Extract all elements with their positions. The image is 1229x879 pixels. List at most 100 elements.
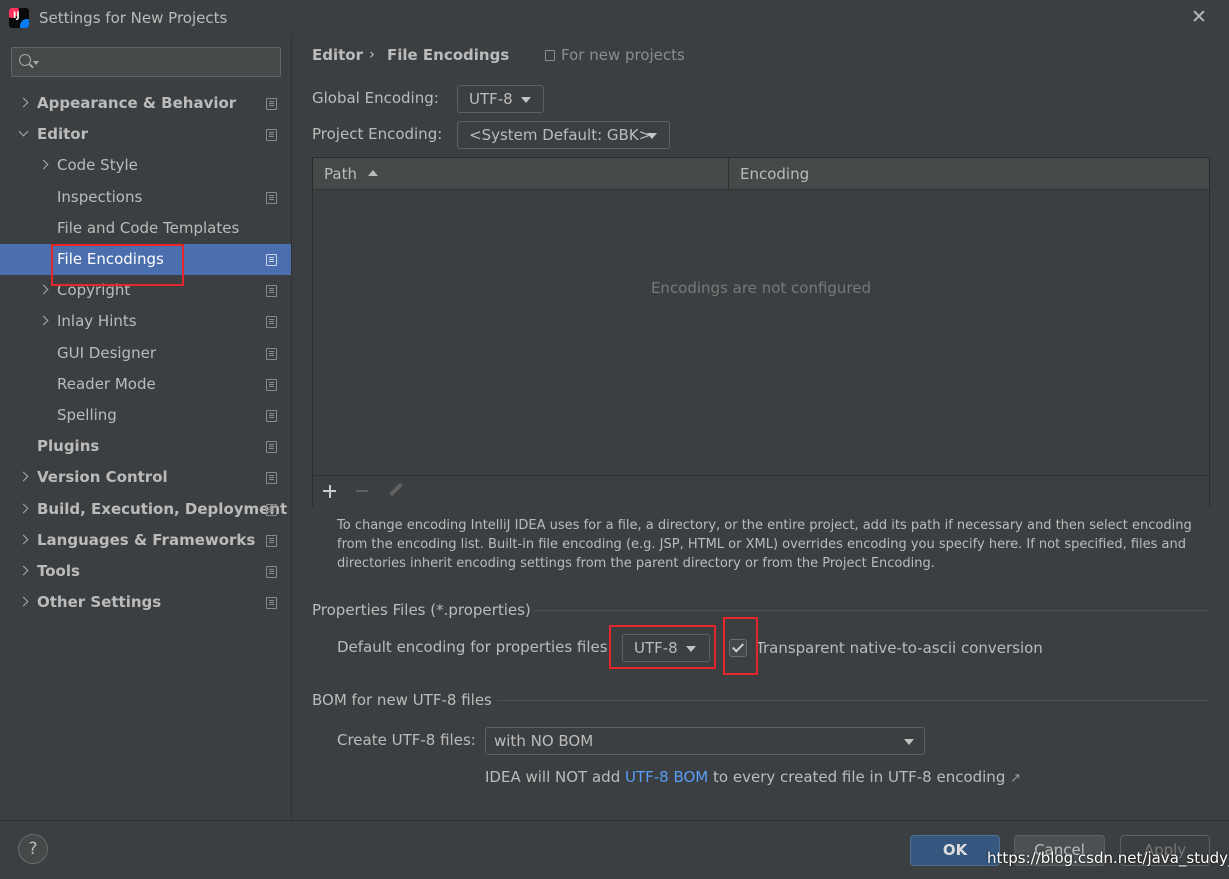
sidebar-item-plugins[interactable]: Plugins xyxy=(0,431,291,462)
sidebar-item-label: Other Settings xyxy=(37,593,162,612)
table-header: Path Encoding xyxy=(313,158,1209,190)
breadcrumb-current: File Encodings xyxy=(387,46,510,64)
column-header-encoding-label: Encoding xyxy=(740,165,810,183)
sidebar-item-file-and-code-templates[interactable]: File and Code Templates xyxy=(0,213,291,244)
properties-section-title: Properties Files (*.properties) xyxy=(312,601,531,619)
column-header-path-label: Path xyxy=(324,165,357,183)
chevron-right-icon[interactable] xyxy=(18,587,30,618)
transparent-conversion-checkbox[interactable] xyxy=(729,639,747,657)
column-header-encoding[interactable]: Encoding xyxy=(729,158,1209,189)
bom-note-prefix: IDEA will NOT add xyxy=(485,768,625,786)
chevron-right-icon[interactable] xyxy=(18,556,30,587)
chevron-right-icon[interactable] xyxy=(18,494,30,525)
chevron-right-icon[interactable] xyxy=(38,275,50,306)
sidebar-item-label: Inspections xyxy=(57,187,143,206)
sidebar-item-gui-designer[interactable]: GUI Designer xyxy=(0,338,291,369)
utf8-bom-link[interactable]: UTF-8 BOM xyxy=(625,768,708,786)
project-settings-icon xyxy=(266,254,277,266)
watermark-text: https://blog.csdn.net/java_study_ xyxy=(987,849,1229,867)
project-settings-icon xyxy=(266,472,277,485)
project-settings-icon xyxy=(266,347,277,360)
sidebar-item-label: Version Control xyxy=(37,468,168,487)
app-icon-text: IJ xyxy=(13,11,20,21)
remove-icon[interactable] xyxy=(350,479,376,503)
bom-create-select[interactable]: with NO BOM xyxy=(485,727,925,755)
chevron-down-icon[interactable] xyxy=(18,119,30,150)
column-header-path[interactable]: Path xyxy=(313,158,729,189)
encodings-table[interactable]: Path Encoding Encodings are not configur… xyxy=(312,157,1210,507)
breadcrumb-separator: › xyxy=(369,45,375,63)
sidebar-item-code-style[interactable]: Code Style xyxy=(0,150,291,181)
sidebar-item-label: Appearance & Behavior xyxy=(37,94,237,112)
sidebar-item-label: Languages & Frameworks xyxy=(37,530,256,549)
bom-create-label: Create UTF-8 files: xyxy=(337,731,476,749)
project-settings-icon xyxy=(266,316,277,329)
chevron-right-icon[interactable] xyxy=(18,462,30,493)
project-encoding-label: Project Encoding: xyxy=(312,125,443,143)
chevron-down-icon xyxy=(647,133,657,139)
chevron-down-icon xyxy=(686,646,696,652)
project-settings-icon xyxy=(266,597,277,610)
breadcrumb-editor[interactable]: Editor xyxy=(312,46,363,64)
sidebar-item-inlay-hints[interactable]: Inlay Hints xyxy=(0,306,291,337)
sidebar-item-reader-mode[interactable]: Reader Mode xyxy=(0,369,291,400)
chevron-down-icon xyxy=(904,739,914,745)
project-settings-icon xyxy=(266,534,277,547)
section-separator xyxy=(535,610,1208,611)
chevron-right-icon[interactable] xyxy=(18,525,30,556)
project-settings-icon xyxy=(266,98,277,110)
bom-note: IDEA will NOT add UTF-8 BOM to every cre… xyxy=(485,768,1021,786)
project-scope-icon xyxy=(545,50,555,61)
properties-default-label: Default encoding for properties files: xyxy=(337,638,613,656)
encoding-help-text: To change encoding IntelliJ IDEA uses fo… xyxy=(337,518,1192,571)
project-encoding-value: <System Default: GBK> xyxy=(469,126,652,144)
splitter[interactable] xyxy=(291,35,292,820)
sidebar-item-build-execution-deployment[interactable]: Build, Execution, Deployment xyxy=(0,494,291,525)
sidebar-item-other-settings[interactable]: Other Settings xyxy=(0,587,291,618)
settings-search-input[interactable] xyxy=(11,47,281,77)
chevron-right-icon[interactable] xyxy=(38,150,50,181)
edit-icon[interactable] xyxy=(383,479,409,503)
sidebar-item-label: GUI Designer xyxy=(57,343,156,362)
sidebar-item-appearance-behavior[interactable]: Appearance & Behavior xyxy=(0,88,291,119)
project-encoding-select[interactable]: <System Default: GBK> xyxy=(457,121,670,149)
sidebar-item-label: Inlay Hints xyxy=(57,312,137,331)
sidebar-item-label: File and Code Templates xyxy=(57,218,240,237)
external-link-icon[interactable]: ↗ xyxy=(1010,771,1021,786)
sidebar-item-languages-frameworks[interactable]: Languages & Frameworks xyxy=(0,525,291,556)
bom-section-title: BOM for new UTF-8 files xyxy=(312,691,492,709)
sidebar-item-version-control[interactable]: Version Control xyxy=(0,462,291,493)
sidebar-item-inspections[interactable]: Inspections xyxy=(0,182,291,213)
search-history-dropdown-icon[interactable] xyxy=(33,61,39,65)
add-icon[interactable] xyxy=(318,479,344,503)
sidebar-item-file-encodings[interactable]: File Encodings xyxy=(0,244,291,275)
properties-encoding-select[interactable]: UTF-8 xyxy=(622,634,710,662)
table-toolbar xyxy=(313,475,1209,507)
bom-create-value: with NO BOM xyxy=(494,732,594,750)
sidebar-item-label: File Encodings xyxy=(57,250,164,268)
sidebar-item-label: Plugins xyxy=(37,437,100,456)
project-settings-icon xyxy=(266,566,277,578)
project-settings-icon xyxy=(266,410,277,422)
bottom-separator xyxy=(0,820,1229,821)
sidebar-item-label: Spelling xyxy=(57,406,117,424)
global-encoding-label: Global Encoding: xyxy=(312,89,439,107)
global-encoding-select[interactable]: UTF-8 xyxy=(457,85,544,113)
sidebar-item-spelling[interactable]: Spelling xyxy=(0,400,291,431)
sidebar-item-tools[interactable]: Tools xyxy=(0,556,291,587)
sidebar-item-label: Build, Execution, Deployment xyxy=(37,499,288,518)
sidebar-item-copyright[interactable]: Copyright xyxy=(0,275,291,306)
scope-label: For new projects xyxy=(561,46,685,64)
sidebar-item-editor[interactable]: Editor xyxy=(0,119,291,150)
help-button[interactable]: ? xyxy=(18,834,48,864)
table-empty-text: Encodings are not configured xyxy=(650,279,872,297)
chevron-right-icon[interactable] xyxy=(38,306,50,337)
transparent-conversion-label[interactable]: Transparent native-to-ascii conversion xyxy=(756,639,1043,657)
project-settings-icon xyxy=(266,191,277,204)
chevron-right-icon[interactable] xyxy=(18,88,30,119)
close-icon[interactable]: ✕ xyxy=(1189,7,1209,27)
chevron-down-icon xyxy=(521,97,531,103)
sort-ascending-icon xyxy=(368,170,378,176)
search-icon xyxy=(19,54,31,66)
intellij-app-icon: IJ xyxy=(9,8,29,28)
